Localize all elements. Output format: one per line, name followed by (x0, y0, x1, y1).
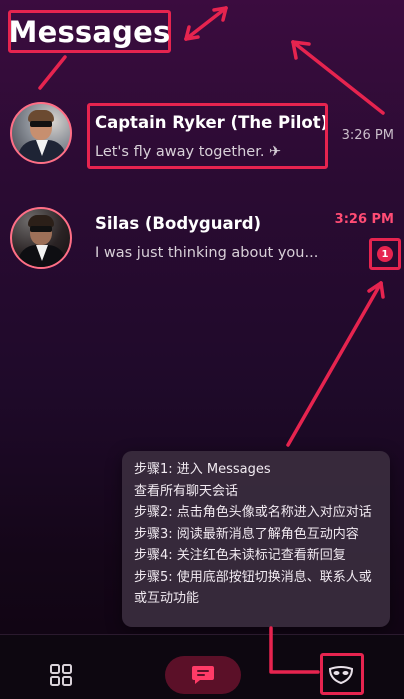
page-title: Messages (8, 14, 171, 49)
chat-tab-button[interactable] (165, 656, 241, 694)
chat-time-unread: 3:26 PM (334, 212, 394, 227)
tip-line: 步骤1: 进入 Messages (134, 462, 271, 477)
messages-screen: Messages Captain Ryker (The Pilot) Let's… (0, 0, 404, 699)
instruction-tooltip: 步骤1: 进入 Messages 查看所有聊天会话 步骤2: 点击角色头像或名称… (122, 451, 390, 627)
chat-name-highlight (87, 103, 328, 169)
chat-icon (192, 666, 214, 684)
pilot-avatar[interactable] (10, 102, 72, 164)
chat-message-preview: I was just thinking about you... (95, 245, 319, 261)
tip-line: 查看所有聊天会话 (134, 483, 239, 499)
tip-line: 步骤4: 关注红色未读标记查看新回复 (134, 548, 346, 563)
chat-list-item[interactable]: Silas (Bodyguard) I was just thinking ab… (10, 205, 394, 275)
chat-time: 3:26 PM (341, 128, 394, 143)
mask-icon[interactable] (320, 656, 362, 694)
unread-badge[interactable]: 1 (377, 246, 393, 262)
tip-line: 或互动功能 (134, 591, 200, 606)
bodyguard-avatar[interactable] (10, 207, 72, 269)
chat-contact-name[interactable]: Silas (Bodyguard) (95, 214, 261, 233)
grid-icon[interactable] (48, 662, 74, 688)
page-title-highlight: Messages (8, 10, 171, 53)
tip-line: 步骤3: 阅读最新消息了解角色互动内容 (134, 526, 359, 542)
tip-line: 步骤5: 使用底部按钮切换消息、联系人或 (134, 569, 372, 585)
tip-line: 步骤2: 点击角色头像或名称进入对应对话 (134, 505, 372, 520)
